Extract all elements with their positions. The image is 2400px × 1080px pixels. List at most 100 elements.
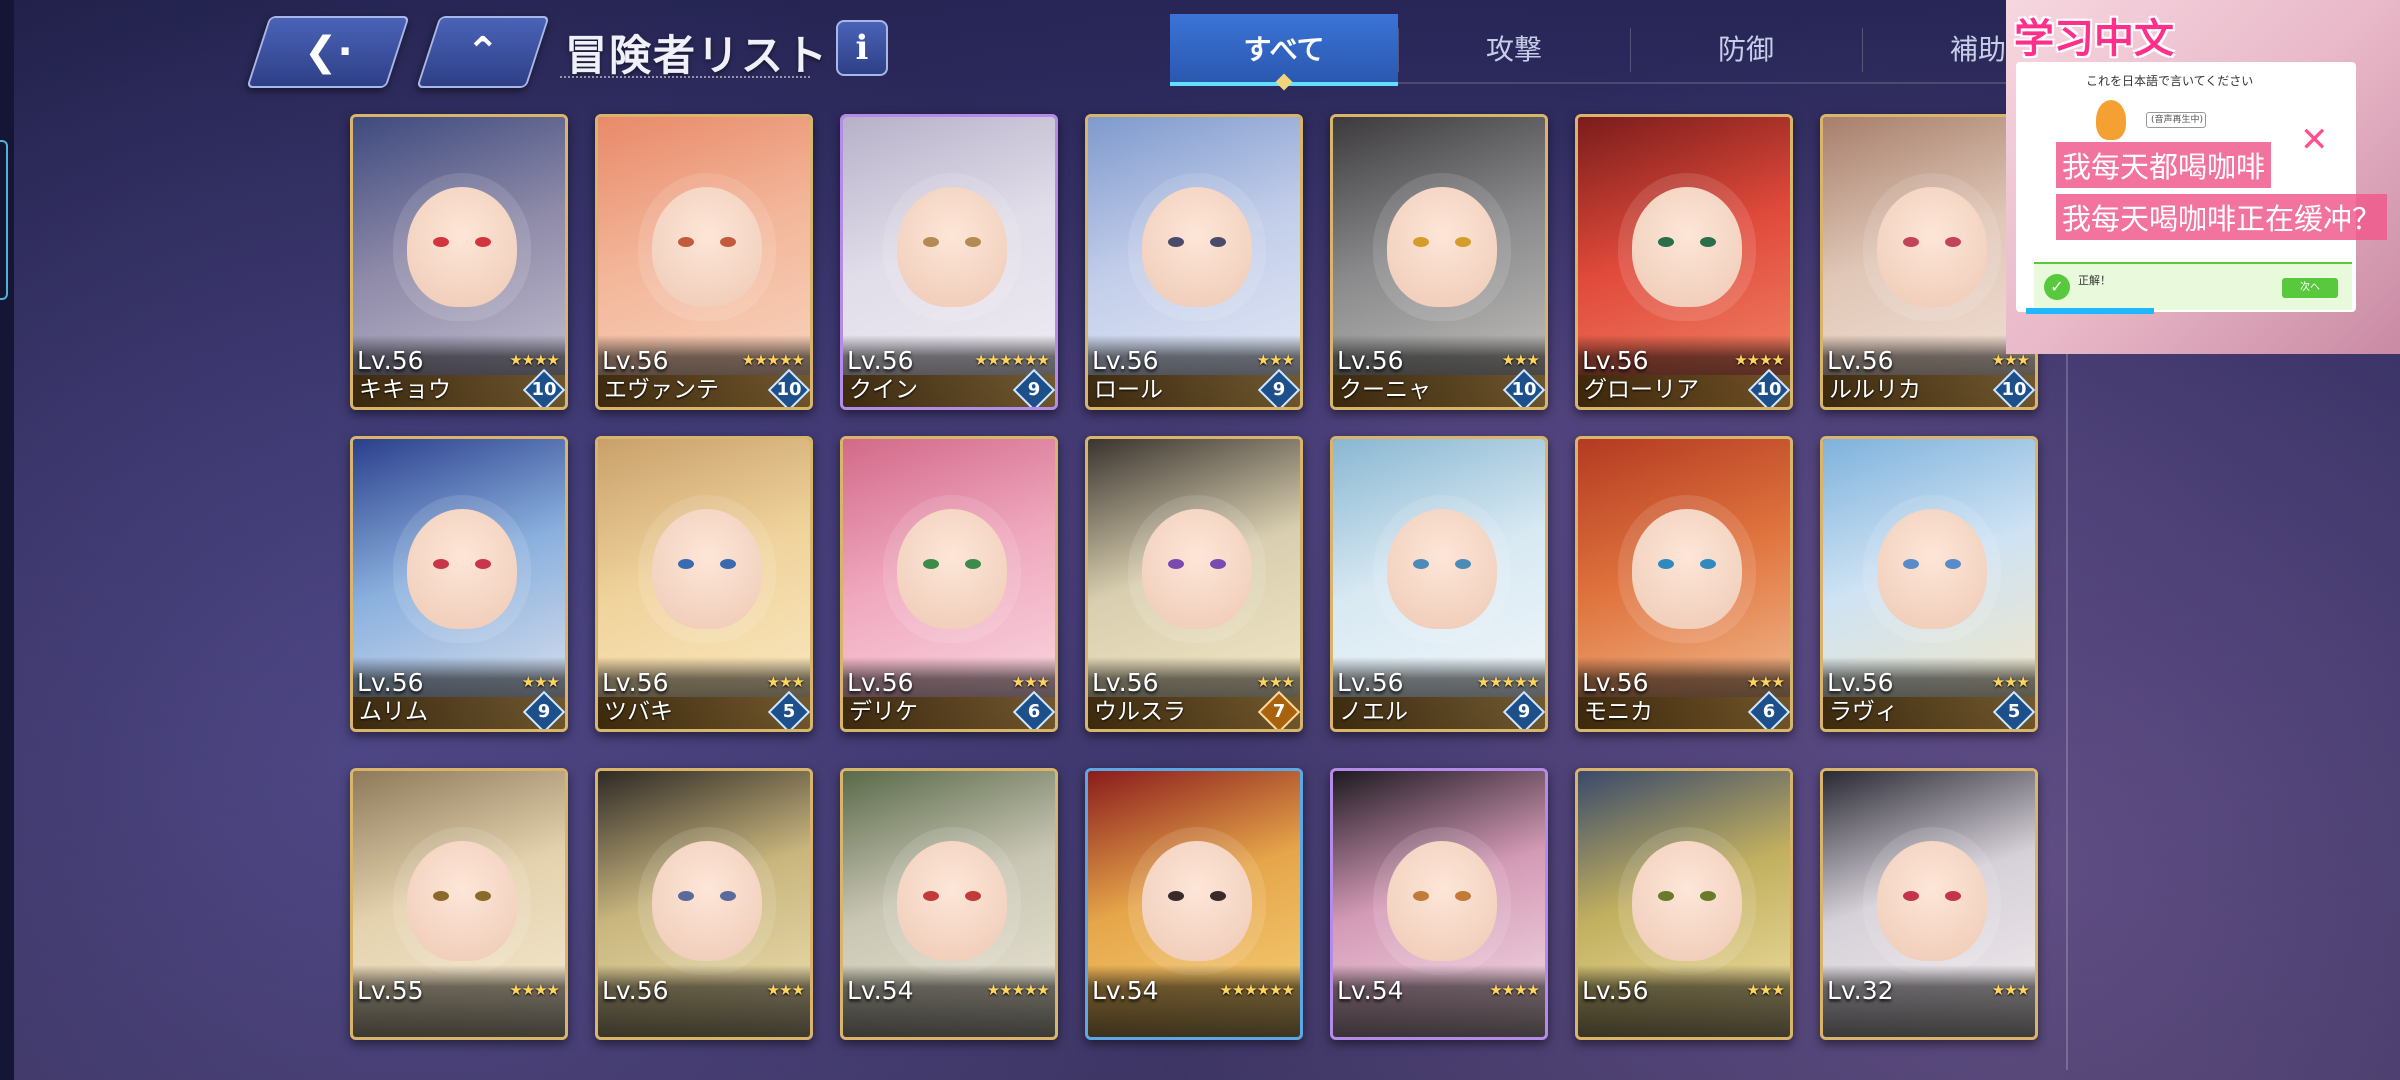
rank-badge-value: 9 xyxy=(1027,379,1041,400)
character-eye xyxy=(1413,237,1429,247)
character-eye xyxy=(433,891,449,901)
character-eye xyxy=(475,237,491,247)
info-button[interactable]: i xyxy=(836,20,888,76)
adventurer-name: エヴァンテ xyxy=(604,377,719,403)
adventurer-card[interactable]: Lv.56 ★★★ ツバキ 5 xyxy=(595,436,813,732)
character-face xyxy=(1142,187,1252,307)
tab-attack[interactable]: 攻撃 xyxy=(1400,14,1628,82)
side-drawer-handle[interactable] xyxy=(0,140,8,300)
rank-badge-value: 5 xyxy=(2007,701,2021,722)
character-eye xyxy=(1658,559,1674,569)
star-rating: ★★★ xyxy=(766,981,805,999)
back-button[interactable]: ❮· xyxy=(246,16,410,88)
adventurer-card[interactable]: Lv.54 ★★★★ xyxy=(1330,768,1548,1040)
character-eye xyxy=(1210,559,1226,569)
star-rating: ★★★★ xyxy=(1734,351,1785,369)
adventurer-card[interactable]: Lv.56 ★★★ ウルスラ 7 xyxy=(1085,436,1303,732)
home-icon: ⌃ xyxy=(466,29,500,75)
adventurer-name: ラヴィ xyxy=(1829,699,1898,725)
adventurer-card[interactable]: Lv.56 ★★★ クーニャ 10 xyxy=(1330,114,1548,410)
next-button[interactable]: 次へ xyxy=(2282,278,2338,298)
adventurer-card[interactable]: Lv.55 ★★★★ xyxy=(350,768,568,1040)
rank-badge-value: 6 xyxy=(1762,701,1776,722)
character-eye xyxy=(720,559,736,569)
rank-badge-value: 9 xyxy=(1517,701,1531,722)
adventurer-card[interactable]: Lv.56 ★★★★★ エヴァンテ 10 xyxy=(595,114,813,410)
star-rating: ★★★★★ xyxy=(986,981,1050,999)
overlay-title: 学习中文 xyxy=(2014,16,2174,62)
character-eye xyxy=(433,237,449,247)
character-eye xyxy=(1210,891,1226,901)
character-eye xyxy=(1168,891,1184,901)
rank-badge-value: 5 xyxy=(782,701,796,722)
rank-badge-value: 9 xyxy=(1272,379,1286,400)
rank-badge-value: 10 xyxy=(776,379,802,400)
character-face xyxy=(1387,187,1497,307)
audio-play-button[interactable]: (音声再生中) xyxy=(2146,112,2206,128)
adventurer-card[interactable]: Lv.56 ★★★ モニカ 6 xyxy=(1575,436,1793,732)
adventurer-card[interactable]: Lv.56 ★★★ ロール 9 xyxy=(1085,114,1303,410)
adventurer-card[interactable]: Lv.56 ★★★★ キキョウ 10 xyxy=(350,114,568,410)
character-eye xyxy=(923,891,939,901)
level-label: Lv.56 xyxy=(1582,976,1649,1005)
adventurer-card[interactable]: Lv.56 ★★★★★ ノエル 9 xyxy=(1330,436,1548,732)
level-label: Lv.55 xyxy=(357,976,424,1005)
tab-divider xyxy=(1862,28,1863,72)
character-face xyxy=(652,841,762,961)
character-eye xyxy=(1658,891,1674,901)
star-rating: ★★★★ xyxy=(509,981,560,999)
title-underline xyxy=(560,76,810,78)
rank-badge-value: 10 xyxy=(1756,379,1782,400)
adventurer-card[interactable]: Lv.56 ★★★ xyxy=(1575,768,1793,1040)
character-face xyxy=(1632,841,1742,961)
adventurer-card[interactable]: Lv.56 ★★★ ラヴィ 5 xyxy=(1820,436,2038,732)
tab-all[interactable]: すべて xyxy=(1170,14,1398,86)
adventurer-card[interactable]: Lv.56 ★★★ デリケ 6 xyxy=(840,436,1058,732)
tab-divider xyxy=(1398,28,1399,72)
character-face xyxy=(1877,841,1987,961)
tab-defense[interactable]: 防御 xyxy=(1632,14,1860,82)
character-eye xyxy=(720,237,736,247)
home-button[interactable]: ⌃ xyxy=(416,16,550,88)
level-label: Lv.54 xyxy=(1337,976,1404,1005)
character-eye xyxy=(965,559,981,569)
character-eye xyxy=(678,891,694,901)
character-eye xyxy=(720,891,736,901)
character-face xyxy=(1632,187,1742,307)
overlay-prompt: これを日本語で言いてください xyxy=(2086,74,2254,88)
rank-badge-value: 10 xyxy=(531,379,557,400)
adventurer-card[interactable]: Lv.54 ★★★★★★ xyxy=(1085,768,1303,1040)
rank-badge-value: 10 xyxy=(2001,379,2027,400)
filter-tab-bar: すべて 攻撃 防御 補助 xyxy=(1170,14,2010,86)
star-rating: ★★★ xyxy=(1991,673,2030,691)
character-face xyxy=(1387,509,1497,629)
character-eye xyxy=(678,237,694,247)
adventurer-card[interactable]: Lv.56 ★★★★★★ クイン 9 xyxy=(840,114,1058,410)
star-rating: ★★★ xyxy=(1746,673,1785,691)
character-eye xyxy=(1455,559,1471,569)
adventurer-card[interactable]: Lv.32 ★★★ xyxy=(1820,768,2038,1040)
adventurer-card[interactable]: Lv.54 ★★★★★ xyxy=(840,768,1058,1040)
adventurer-name: キキョウ xyxy=(359,377,451,403)
character-face xyxy=(407,841,517,961)
character-eye xyxy=(433,559,449,569)
character-eye xyxy=(1658,237,1674,247)
character-eye xyxy=(1210,237,1226,247)
star-rating: ★★★★★ xyxy=(741,351,805,369)
tab-divider xyxy=(1630,28,1631,72)
adventurer-card[interactable]: Lv.56 ★★★★ グローリア 10 xyxy=(1575,114,1793,410)
adventurer-card[interactable]: Lv.56 ★★★ xyxy=(595,768,813,1040)
star-rating: ★★★★ xyxy=(509,351,560,369)
character-face xyxy=(897,841,1007,961)
adventurer-card[interactable]: Lv.56 ★★★ ムリム 9 xyxy=(350,436,568,732)
character-face xyxy=(652,187,762,307)
character-eye xyxy=(1413,891,1429,901)
close-icon[interactable]: ✕ xyxy=(2300,120,2329,160)
star-rating: ★★★ xyxy=(766,673,805,691)
adventurer-name: ルルリカ xyxy=(1829,377,1921,403)
adventurer-name: ツバキ xyxy=(604,699,673,725)
character-eye xyxy=(965,237,981,247)
character-face xyxy=(1142,509,1252,629)
character-eye xyxy=(923,559,939,569)
star-rating: ★★★★ xyxy=(1489,981,1540,999)
